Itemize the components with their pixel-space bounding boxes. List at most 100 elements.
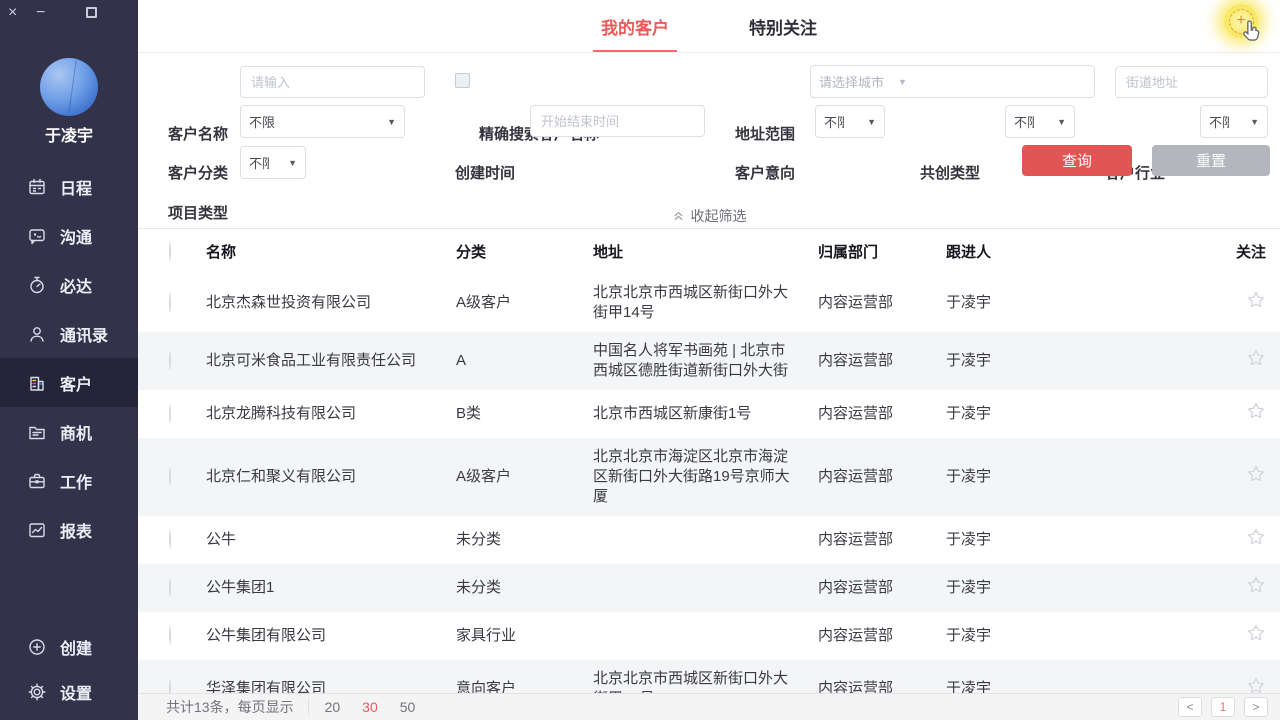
header-category: 分类 [448, 229, 585, 274]
cell-address: 北京市西城区新康街1号 [585, 390, 810, 438]
table-row[interactable]: 公牛 未分类 内容运营部 于凌宇 [138, 516, 1280, 564]
project-type-label: 项目类型 [168, 205, 228, 223]
select-all-radio[interactable] [169, 242, 171, 261]
collapse-filter-link[interactable]: 收起筛选 [138, 203, 1280, 229]
tab-my-customers[interactable]: 我的客户 [599, 10, 671, 43]
sidebar-bottom-menu: 创建 设置 [0, 624, 138, 714]
star-icon[interactable] [1246, 355, 1266, 372]
row-radio[interactable] [169, 578, 171, 597]
sidebar-item-communication[interactable]: 沟通 [0, 211, 138, 260]
row-radio[interactable] [169, 404, 171, 423]
cocreate-select[interactable]: 不限▼ [1005, 105, 1075, 138]
tab-bar: 我的客户 特别关注 + [138, 0, 1280, 53]
cell-address [585, 612, 810, 660]
sidebar-item-settings[interactable]: 设置 [0, 669, 138, 714]
row-radio[interactable] [169, 530, 171, 549]
create-time-input[interactable] [530, 105, 705, 137]
maximize-icon[interactable] [86, 7, 97, 18]
chevron-down-icon: ▼ [861, 117, 876, 127]
exact-search-checkbox[interactable] [455, 73, 470, 88]
cell-follower: 于凌宇 [938, 612, 1220, 660]
cell-address: 中国名人将军书画苑 | 北京市西城区德胜街道新街口外大街 [585, 332, 810, 390]
page-size-20[interactable]: 20 [325, 699, 341, 715]
city-select[interactable]: 请选择城市▼ [810, 65, 1095, 98]
next-page-button[interactable]: > [1244, 697, 1268, 717]
pagination-bar: 共计13条，每页显示 20 30 50 < 1 > [138, 693, 1280, 720]
project-type-select[interactable]: 不限▼ [240, 146, 306, 179]
pager: < 1 > [1178, 697, 1268, 717]
star-icon[interactable] [1246, 683, 1266, 693]
sidebar-item-label: 报表 [60, 518, 92, 542]
page-size-30[interactable]: 30 [362, 699, 378, 715]
star-icon[interactable] [1246, 297, 1266, 314]
row-radio[interactable] [169, 351, 171, 370]
cell-address: 北京北京市西城区新街口外大街甲14号 [585, 660, 810, 693]
table-row[interactable]: 公牛集团有限公司 家具行业 内容运营部 于凌宇 [138, 612, 1280, 660]
sidebar-item-contacts[interactable]: 通讯录 [0, 309, 138, 358]
row-radio[interactable] [169, 679, 171, 693]
page-number-button[interactable]: 1 [1211, 697, 1235, 717]
folder-icon [27, 422, 47, 442]
cell-follower: 于凌宇 [938, 564, 1220, 612]
cell-dept: 内容运营部 [810, 660, 938, 693]
table-row[interactable]: 北京龙腾科技有限公司 B类 北京市西城区新康街1号 内容运营部 于凌宇 [138, 390, 1280, 438]
page-size-options: 20 30 50 [308, 699, 416, 715]
filter-panel: 客户名称 精确搜索客户名称 地址范围 请选择城市▼ 客户分类 不限▼ 创建时间 … [138, 53, 1280, 203]
category-select[interactable]: 不限▼ [240, 105, 405, 138]
sidebar-item-reports[interactable]: 报表 [0, 505, 138, 554]
plus-circle-icon [27, 637, 47, 657]
reset-button[interactable]: 重置 [1152, 145, 1270, 176]
calendar-icon [27, 177, 47, 197]
header-follower: 跟进人 [938, 229, 1220, 274]
street-address-input[interactable] [1115, 66, 1268, 98]
row-radio[interactable] [169, 293, 171, 312]
customer-table: 名称 分类 地址 归属部门 跟进人 关注 北京杰森世投资有限公司 A级客户 北京… [138, 229, 1280, 693]
minimize-icon[interactable]: − [36, 4, 45, 22]
industry-select[interactable]: 不限▼ [1200, 105, 1268, 138]
sidebar-item-customers[interactable]: 客户 [0, 358, 138, 407]
close-icon[interactable]: × [8, 4, 17, 22]
add-customer-button[interactable]: + [1224, 4, 1262, 44]
search-button[interactable]: 查询 [1022, 145, 1132, 176]
cell-dept: 内容运营部 [810, 438, 938, 516]
main-content: 我的客户 特别关注 + 客户名称 精确搜索客户名称 地址范围 请选择城市▼ [138, 0, 1280, 720]
star-icon[interactable] [1246, 534, 1266, 551]
cell-dept: 内容运营部 [810, 390, 938, 438]
table-row[interactable]: 公牛集团1 未分类 内容运营部 于凌宇 [138, 564, 1280, 612]
page-size-50[interactable]: 50 [400, 699, 416, 715]
cell-name: 北京可米食品工业有限责任公司 [198, 332, 448, 390]
table-row[interactable]: 华泽集团有限公司 意向客户 北京北京市西城区新街口外大街甲14号 内容运营部 于… [138, 660, 1280, 693]
table-row[interactable]: 北京仁和聚义有限公司 A级客户 北京北京市海淀区北京市海淀区新街口外大街路19号… [138, 438, 1280, 516]
cell-category: B类 [448, 390, 585, 438]
star-icon[interactable] [1246, 408, 1266, 425]
cell-name: 公牛集团1 [198, 564, 448, 612]
tab-special-follow[interactable]: 特别关注 [747, 10, 819, 43]
total-count-text: 共计13条，每页显示 [166, 697, 294, 717]
sidebar-item-opportunities[interactable]: 商机 [0, 407, 138, 456]
sidebar-item-bida[interactable]: 必达 [0, 260, 138, 309]
sidebar-item-label: 工作 [60, 469, 92, 493]
sidebar-item-label: 通讯录 [60, 322, 108, 346]
star-icon[interactable] [1246, 582, 1266, 599]
sidebar-item-create[interactable]: 创建 [0, 624, 138, 669]
cell-name: 北京杰森世投资有限公司 [198, 274, 448, 332]
sidebar-item-schedule[interactable]: 日程 [0, 162, 138, 211]
star-icon[interactable] [1246, 630, 1266, 647]
customer-name-input[interactable] [240, 66, 425, 98]
gear-icon [27, 682, 47, 702]
cell-dept: 内容运营部 [810, 612, 938, 660]
table-row[interactable]: 北京杰森世投资有限公司 A级客户 北京北京市西城区新街口外大街甲14号 内容运营… [138, 274, 1280, 332]
sidebar-item-label: 创建 [60, 635, 92, 659]
row-radio[interactable] [169, 467, 171, 486]
sidebar-item-label: 必达 [60, 273, 92, 297]
avatar[interactable] [40, 58, 98, 116]
row-radio[interactable] [169, 626, 171, 645]
cell-name: 公牛集团有限公司 [198, 612, 448, 660]
star-icon[interactable] [1246, 471, 1266, 488]
customer-name-label: 客户名称 [168, 126, 228, 144]
sidebar-item-work[interactable]: 工作 [0, 456, 138, 505]
intent-select[interactable]: 不限▼ [815, 105, 885, 138]
prev-page-button[interactable]: < [1178, 697, 1202, 717]
sidebar-item-label: 日程 [60, 175, 92, 199]
table-row[interactable]: 北京可米食品工业有限责任公司 A 中国名人将军书画苑 | 北京市西城区德胜街道新… [138, 332, 1280, 390]
